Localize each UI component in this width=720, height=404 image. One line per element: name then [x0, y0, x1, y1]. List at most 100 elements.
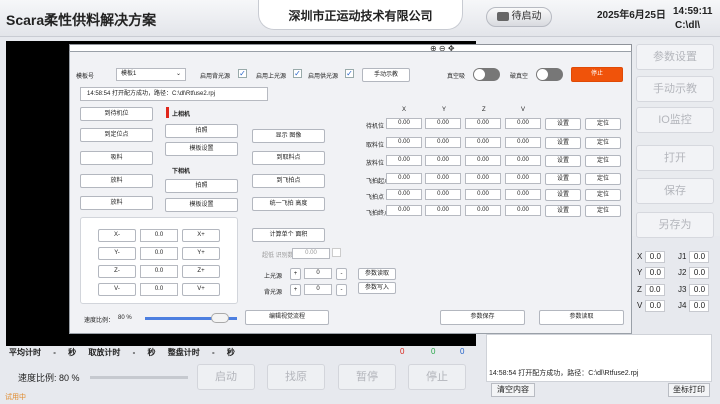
to-fly-point-button[interactable]: 到飞拍点 [252, 174, 325, 188]
speed-slider[interactable] [90, 376, 188, 379]
io-monitor-button[interactable]: IO监控 [636, 107, 714, 133]
position-value-input[interactable]: 0.00 [425, 137, 461, 148]
param-read-small-button[interactable]: 参数读取 [358, 268, 396, 280]
position-value-input[interactable]: 0.00 [425, 189, 461, 200]
start-button[interactable]: 启动 [197, 364, 255, 390]
vacuum-toggle[interactable] [473, 68, 500, 81]
jog-plus-button[interactable]: Z+ [182, 265, 220, 278]
position-value-input[interactable]: 0.00 [465, 118, 501, 129]
position-locate-button[interactable]: 定位 [585, 118, 621, 130]
save-as-button[interactable]: 另存为 [636, 212, 714, 238]
position-set-button[interactable]: 设置 [545, 173, 581, 185]
chk-backlight-label: 启用背光源 [200, 71, 230, 80]
dialog-stop-button[interactable]: 停止 [571, 67, 623, 82]
position-value-input[interactable]: 0.00 [386, 205, 422, 216]
position-value-input[interactable]: 0.00 [386, 155, 422, 166]
position-value-input[interactable]: 0.00 [386, 137, 422, 148]
delay-input[interactable]: 0.00 [292, 248, 330, 259]
param-settings-button[interactable]: 参数设置 [636, 44, 714, 70]
position-value-input[interactable]: 0.00 [386, 189, 422, 200]
position-locate-button[interactable]: 定位 [585, 205, 621, 217]
position-value-input[interactable]: 0.00 [505, 205, 541, 216]
position-value-input[interactable]: 0.00 [505, 118, 541, 129]
lower-cam-shoot-button[interactable]: 拍照 [165, 179, 238, 193]
position-set-button[interactable]: 设置 [545, 137, 581, 149]
jog-value-input[interactable]: 0.0 [140, 283, 178, 296]
lower-cam-template-button[interactable]: 模板设置 [165, 198, 238, 212]
pause-button[interactable]: 暂停 [338, 364, 396, 390]
position-value-input[interactable]: 0.00 [505, 137, 541, 148]
save-button[interactable]: 保存 [636, 178, 714, 204]
position-value-input[interactable]: 0.00 [465, 137, 501, 148]
calc-area-button[interactable]: 计算单个 面积 [252, 228, 325, 242]
position-locate-button[interactable]: 定位 [585, 189, 621, 201]
position-value-input[interactable]: 0.00 [386, 118, 422, 129]
back-light-minus-button[interactable]: - [336, 284, 347, 296]
break-vacuum-toggle[interactable] [536, 68, 563, 81]
chk-uplight-checkbox[interactable]: ✓ [293, 69, 302, 78]
jog-minus-button[interactable]: V- [98, 283, 136, 296]
position-locate-button[interactable]: 定位 [585, 155, 621, 167]
upper-cam-template-button[interactable]: 模板设置 [165, 142, 238, 156]
open-button[interactable]: 打开 [636, 145, 714, 171]
show-image-button[interactable]: 显示 图像 [252, 129, 325, 143]
position-set-button[interactable]: 设置 [545, 118, 581, 130]
position-locate-button[interactable]: 定位 [585, 137, 621, 149]
manual-teach-button[interactable]: 手动示教 [636, 76, 714, 102]
position-value-input[interactable]: 0.00 [465, 173, 501, 184]
position-value-input[interactable]: 0.00 [505, 189, 541, 200]
position-value-input[interactable]: 0.00 [425, 205, 461, 216]
position-locate-button[interactable]: 定位 [585, 173, 621, 185]
upper-light-plus-button[interactable]: + [290, 268, 301, 280]
suck-button[interactable]: 吸料 [80, 151, 153, 165]
to-locate-button[interactable]: 到定位点 [80, 128, 153, 142]
dialog-speed-value: 80 % [118, 315, 132, 321]
chk-backlight-checkbox[interactable]: ✓ [238, 69, 247, 78]
back-light-value[interactable]: 0 [304, 284, 332, 295]
discard-button[interactable]: 放料 [80, 196, 153, 210]
position-set-button[interactable]: 设置 [545, 155, 581, 167]
manual-teach-dialog-button[interactable]: 手动示教 [362, 68, 410, 82]
jog-plus-button[interactable]: X+ [182, 229, 220, 242]
jog-value-input[interactable]: 0.0 [140, 265, 178, 278]
back-light-plus-button[interactable]: + [290, 284, 301, 296]
param-write-small-button[interactable]: 参数写入 [358, 282, 396, 294]
dialog-speed-handle[interactable] [211, 313, 229, 323]
position-value-input[interactable]: 0.00 [505, 173, 541, 184]
jog-plus-button[interactable]: V+ [182, 283, 220, 296]
position-value-input[interactable]: 0.00 [505, 155, 541, 166]
param-read-button[interactable]: 参数读取 [539, 310, 624, 325]
jog-plus-button[interactable]: Y+ [182, 247, 220, 260]
coord-print-button[interactable]: 坐标打印 [668, 383, 710, 397]
chk-sidelight-checkbox[interactable]: ✓ [345, 69, 354, 78]
upper-light-minus-button[interactable]: - [336, 268, 347, 280]
position-set-button[interactable]: 设置 [545, 205, 581, 217]
upper-cam-shoot-button[interactable]: 拍照 [165, 124, 238, 138]
jog-value-input[interactable]: 0.0 [140, 247, 178, 260]
release-button[interactable]: 放料 [80, 174, 153, 188]
status-button[interactable]: 待启动 [486, 7, 552, 27]
jog-minus-button[interactable]: Y- [98, 247, 136, 260]
position-value-input[interactable]: 0.00 [425, 173, 461, 184]
home-button[interactable]: 找原 [267, 364, 325, 390]
jog-minus-button[interactable]: Z- [98, 265, 136, 278]
position-value-input[interactable]: 0.00 [386, 173, 422, 184]
jog-value-input[interactable]: 0.0 [140, 229, 178, 242]
position-set-button[interactable]: 设置 [545, 189, 581, 201]
delay-checkbox[interactable] [332, 248, 341, 257]
edit-vision-flow-button[interactable]: 编辑视觉流程 [245, 310, 329, 325]
jog-minus-button[interactable]: X- [98, 229, 136, 242]
unify-fly-height-button[interactable]: 统一飞拍 高度 [252, 197, 325, 211]
clear-log-button[interactable]: 清空内容 [491, 383, 535, 397]
template-select[interactable]: 模板1⌄ [116, 68, 186, 81]
position-value-input[interactable]: 0.00 [465, 155, 501, 166]
position-value-input[interactable]: 0.00 [425, 118, 461, 129]
stop-button[interactable]: 停止 [408, 364, 466, 390]
position-value-input[interactable]: 0.00 [465, 189, 501, 200]
to-standby-button[interactable]: 到待机位 [80, 107, 153, 121]
upper-light-value[interactable]: 0 [304, 268, 332, 279]
position-value-input[interactable]: 0.00 [425, 155, 461, 166]
position-value-input[interactable]: 0.00 [465, 205, 501, 216]
param-save-button[interactable]: 参数保存 [440, 310, 525, 325]
to-pick-point-button[interactable]: 到取料点 [252, 151, 325, 165]
